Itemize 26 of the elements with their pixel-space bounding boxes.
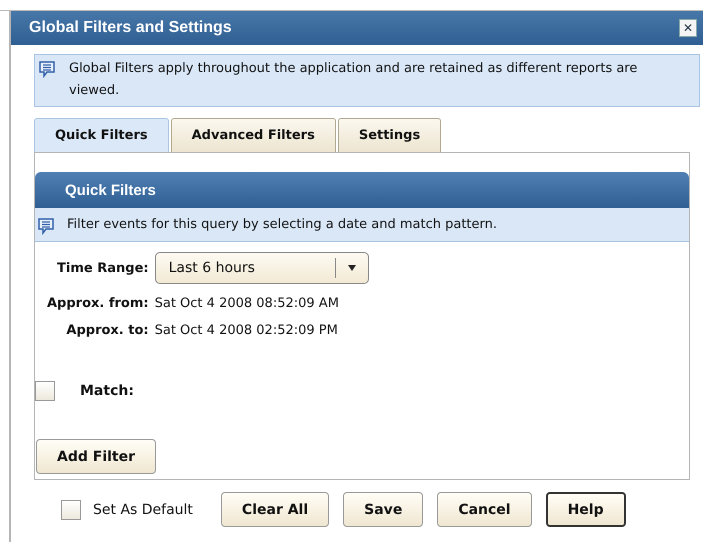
footer-button[interactable]: Cancel (437, 492, 532, 527)
section-title: Quick Filters (65, 182, 156, 198)
field-value: Sat Oct 4 2008 08:52:09 AM (154, 296, 340, 311)
speech-bubble-icon (38, 60, 56, 78)
dropdown-arrow-icon (346, 264, 357, 272)
match-label: Match: (80, 383, 134, 399)
speech-bubble-icon (37, 216, 55, 234)
field-label: Approx. from: (47, 296, 149, 311)
window-title: Global Filters and Settings (29, 19, 232, 37)
time-range-dropdown[interactable]: Last 6 hours (154, 252, 369, 284)
info-text: Global Filters apply throughout the application and are retained as different reports are viewed. (69, 60, 638, 100)
tab[interactable]: Advanced Filters (170, 118, 336, 152)
field-label: Time Range: (56, 260, 149, 276)
footer-button[interactable]: Save (343, 492, 424, 527)
add-filter-button[interactable]: Add Filter (36, 439, 156, 474)
default-label: Set As Default (93, 502, 193, 518)
footer-button[interactable]: Clear All (220, 492, 330, 527)
field-label: Approx. to: (65, 323, 149, 338)
close-button[interactable]: ✕ (679, 19, 697, 37)
field-value: Sat Oct 4 2008 02:52:09 PM (154, 323, 339, 338)
tab[interactable]: Settings (338, 118, 442, 152)
hint-text: Filter events for this query by selecting a date and match pattern. (67, 217, 497, 232)
tab[interactable]: Quick Filters (34, 118, 169, 152)
match-checkbox[interactable] (35, 381, 55, 401)
footer-button[interactable]: Help (546, 492, 626, 527)
default-checkbox[interactable] (61, 500, 81, 520)
